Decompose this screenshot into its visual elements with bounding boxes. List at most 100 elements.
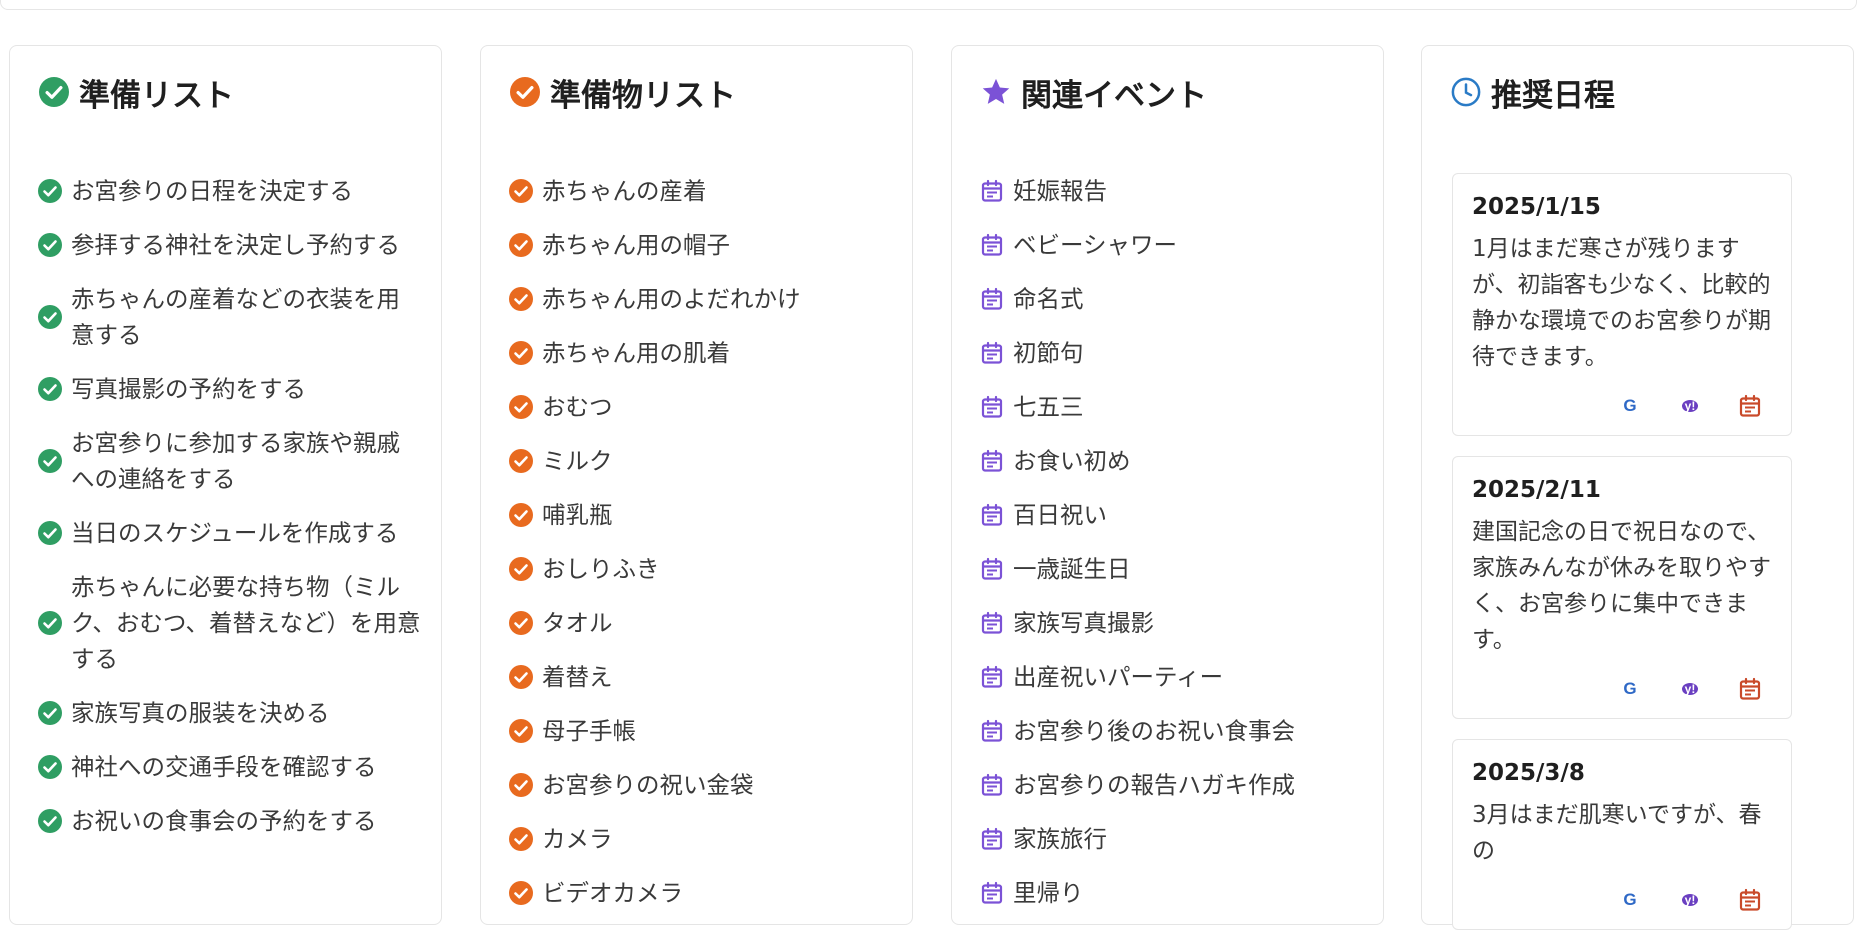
add-to-calendar-button[interactable] [1738,677,1762,701]
add-to-calendar-button[interactable] [1738,394,1762,418]
check-circle-icon [509,233,533,257]
list-item: 出産祝いパーティー [980,659,1363,695]
events-list: 妊娠報告ベビーシャワー命名式初節句七五三お食い初め百日祝い一歳誕生日家族写真撮影… [980,173,1363,929]
google-calendar-button[interactable]: G [1618,888,1642,912]
list-item-text: 赤ちゃん用の肌着 [542,339,730,367]
list-item: お宮参りの祝い金袋 [509,767,892,803]
check-circle-icon [509,449,533,473]
list-item: 参拝する神社を決定し予約する [38,227,421,263]
list-item-text: 神社への交通手段を確認する [71,753,377,781]
calendar-icon [1739,888,1761,911]
events-card: 関連イベント 妊娠報告ベビーシャワー命名式初節句七五三お食い初め百日祝い一歳誕生… [951,45,1384,925]
list-item: 家族写真の服装を決める [38,695,421,731]
check-circle-icon [509,179,533,203]
add-to-calendar-button[interactable] [1738,888,1762,912]
calendar-icon [981,179,1003,202]
schedule-description: 1月はまだ寒さが残りますが、初詣客も少なく、比較的静かな環境でのお宮参りが期待で… [1472,236,1771,370]
calendar-icon [1739,394,1761,417]
list-item-text: 命名式 [1013,285,1084,313]
check-circle-icon [38,521,62,545]
google-calendar-button[interactable]: G [1618,394,1642,418]
list-item: 初節句 [980,335,1363,371]
list-item: 赤ちゃん用の肌着 [509,335,892,371]
clock-icon [1451,77,1481,107]
list-item-text: カメラ [542,825,613,853]
list-item: 百日祝い [980,497,1363,533]
check-circle-icon [509,881,533,905]
events-header: 関連イベント [981,72,1207,114]
list-item-text: お宮参りに参加する家族や親戚への連絡をする [71,429,400,493]
yahoo-icon: y! [1682,894,1698,906]
items-list-header: 準備物リスト [510,72,736,114]
list-item: 家族写真撮影 [980,605,1363,641]
list-item: 七五三 [980,389,1363,425]
check-circle-icon [509,503,533,527]
list-item-text: おむつ [542,393,613,421]
list-item-text: 着替え [542,663,613,691]
schedule-card: 推奨日程 2025/1/15 1月はまだ寒さが残りますが、初詣客も少なく、比較的静… [1421,45,1854,930]
list-item: 哺乳瓶 [509,497,892,533]
check-circle-icon [510,77,540,107]
prep-list: お宮参りの日程を決定する 参拝する神社を決定し予約する 赤ちゃんの産着などの衣装を用… [38,173,421,857]
calendar-icon [981,665,1003,688]
list-item: ビデオカメラ [509,875,892,911]
list-item-text: タオル [542,609,613,637]
top-panel [0,0,1857,10]
items-list-card: 準備物リスト 赤ちゃんの産着 赤ちゃん用の帽子赤ちゃん用のよだれかけ 赤ちゃん用の肌… [480,45,913,925]
list-item: 里帰り [980,875,1363,911]
check-circle-icon [509,827,533,851]
schedule-title: 推奨日程 [1491,77,1615,114]
calendar-icon [1739,677,1761,700]
list-item: 赤ちゃん用のよだれかけ [509,281,892,317]
yahoo-icon: y! [1682,400,1698,412]
events-title: 関連イベント [1021,77,1207,114]
check-circle-icon [38,701,62,725]
list-item-text: 当日のスケジュールを作成する [71,519,399,547]
list-item: カメラ [509,821,892,857]
star-icon [982,78,1010,104]
google-calendar-button[interactable]: G [1618,677,1642,701]
schedule-item: 2025/3/8 3月はまだ肌寒いですが、春の Gy! [1452,739,1792,930]
list-item-text: お祝いの食事会の予約をする [71,807,377,835]
list-item-text: 家族写真撮影 [1013,609,1154,637]
calendar-icon [981,341,1003,364]
schedule-item: 2025/1/15 1月はまだ寒さが残りますが、初詣客も少なく、比較的静かな環境で… [1452,173,1792,436]
list-item-text: 赤ちゃん用のよだれかけ [542,285,801,313]
list-item-text: お宮参りの祝い金袋 [542,771,754,799]
yahoo-calendar-button[interactable]: y! [1678,394,1702,418]
list-item: 赤ちゃんの産着 [509,173,892,209]
list-item: タオル [509,605,892,641]
list-item: 赤ちゃんの産着などの衣装を用意する [38,281,421,353]
calendar-icon [981,287,1003,310]
list-item-text: 赤ちゃんの産着などの衣装を用意する [71,285,400,349]
check-circle-icon [39,77,69,107]
list-item-text: 一歳誕生日 [1013,555,1131,583]
check-circle-icon [38,755,62,779]
check-circle-icon [38,233,62,257]
list-item-text: お食い初め [1013,447,1131,475]
list-item: 当日のスケジュールを作成する [38,515,421,551]
check-circle-icon [509,557,533,581]
schedule-actions: Gy! [1472,676,1772,702]
calendar-icon [981,773,1003,796]
list-item-text: 母子手帳 [542,717,636,745]
yahoo-calendar-button[interactable]: y! [1678,677,1702,701]
check-circle-icon [38,305,62,329]
list-item: ベビーシャワー [980,227,1363,263]
list-item-text: 初節句 [1013,339,1084,367]
list-item-text: 写真撮影の予約をする [71,375,306,403]
list-item: 赤ちゃん用の帽子 [509,227,892,263]
check-circle-icon [38,809,62,833]
list-item-text: ビデオカメラ [542,879,683,907]
check-circle-icon [38,377,62,401]
calendar-icon [981,611,1003,634]
calendar-icon [981,719,1003,742]
list-item: お食い初め [980,443,1363,479]
check-circle-icon [509,395,533,419]
list-item: ミルク [509,443,892,479]
list-item: 写真撮影の予約をする [38,371,421,407]
list-item: お宮参り後のお祝い食事会 [980,713,1363,749]
schedule-description: 建国記念の日で祝日なので、家族みんなが休みを取りやすく、お宮参りに集中できます。 [1472,519,1771,653]
yahoo-calendar-button[interactable]: y! [1678,888,1702,912]
list-item: 妊娠報告 [980,173,1363,209]
